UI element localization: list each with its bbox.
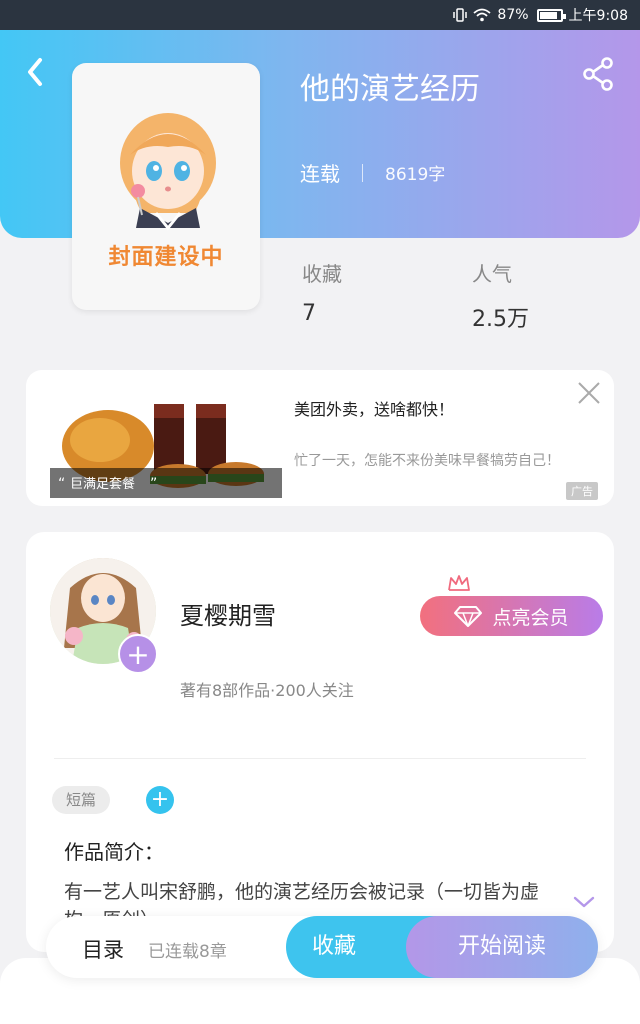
svg-text:”: ”: [150, 476, 157, 492]
status-bar: 87% 上午9:08: [0, 0, 640, 30]
start-reading-button[interactable]: 开始阅读: [406, 916, 598, 978]
genre-tag[interactable]: 短篇: [52, 786, 111, 814]
stat-value: 7: [302, 301, 316, 326]
stat-value: 2.5万: [472, 307, 529, 332]
battery-icon: [536, 8, 566, 22]
diamond-icon: [454, 606, 483, 627]
vip-button[interactable]: 点亮会员: [420, 596, 603, 636]
ad-description: 忙了一天，怎能不来份美味早餐犒劳自己！: [294, 453, 560, 469]
svg-text:“: “: [58, 476, 65, 492]
divider: [54, 758, 586, 759]
chapter-count: 已连载8章: [148, 942, 227, 962]
ad-title: 美团外卖，送啥都快！: [294, 400, 455, 419]
stat-popularity: 人气 2.5万: [472, 258, 529, 333]
chevron-down-icon[interactable]: [572, 894, 596, 910]
vibrate-icon: [453, 8, 468, 22]
author-name[interactable]: 夏樱期雪: [180, 596, 276, 631]
back-button[interactable]: [22, 52, 52, 92]
cover-illustration: [120, 113, 216, 231]
intro-heading: 作品简介：: [64, 840, 164, 864]
bottom-action-bar: 目录 已连载8章 收藏 开始阅读: [46, 916, 598, 978]
word-count: 8619字: [385, 165, 446, 185]
plus-icon: +: [150, 787, 170, 812]
ad-close-button[interactable]: [574, 378, 604, 408]
serial-status: 连载: [300, 162, 340, 186]
author-info: 著有8部作品·200人关注: [180, 681, 354, 700]
author-card: + 夏樱期雪 著有8部作品·200人关注 点亮会员 短篇 + 作品简介： 有一艺…: [26, 532, 614, 952]
book-title: 他的演艺经历: [300, 72, 480, 107]
meta-divider: [362, 163, 363, 182]
crown-icon: [448, 575, 470, 591]
stat-label: 收藏: [302, 262, 342, 286]
wifi-icon: [473, 8, 492, 22]
battery-fill: [539, 11, 557, 19]
cover-placeholder-text: 封面建设中: [108, 245, 224, 270]
battery-percent: 87%: [497, 7, 529, 23]
follow-author-button[interactable]: +: [118, 634, 158, 674]
book-cover[interactable]: 封面建设中: [72, 63, 260, 310]
stat-label: 人气: [472, 262, 512, 286]
share-icon: [583, 57, 613, 91]
ad-banner[interactable]: “ 巨满足套餐 ” 美团外卖，送啥都快！ 忙了一天，怎能不来份美味早餐犒劳自己！…: [26, 370, 614, 506]
plus-icon: +: [126, 638, 150, 671]
ad-image: “ 巨满足套餐 ”: [50, 394, 282, 498]
toc-button[interactable]: 目录: [82, 934, 124, 964]
stat-favorites: 收藏 7: [302, 258, 342, 326]
clock: 上午9:08: [568, 8, 628, 24]
close-icon: [578, 382, 600, 404]
ad-label: 广告: [566, 482, 598, 500]
chevron-left-icon: [28, 58, 42, 86]
ad-image-caption: 巨满足套餐: [70, 476, 135, 492]
vip-button-label: 点亮会员: [492, 606, 569, 629]
share-button[interactable]: [578, 54, 618, 94]
book-meta: 连载 8619字: [300, 158, 445, 187]
add-tag-button[interactable]: +: [146, 786, 174, 814]
